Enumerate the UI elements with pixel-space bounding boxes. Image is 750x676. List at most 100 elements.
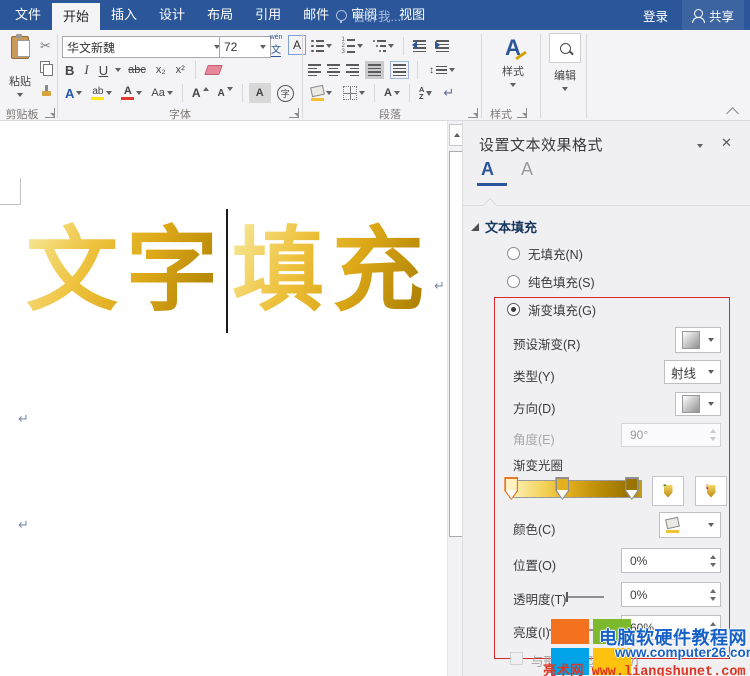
shading-button[interactable]	[308, 83, 335, 103]
document-text-line[interactable]: 文字 填充 ↵	[26, 209, 445, 333]
change-case-button[interactable]: Aa	[148, 83, 175, 103]
cut-button[interactable]: ✂	[40, 38, 51, 54]
paragraph-dialog-launcher[interactable]	[468, 108, 478, 118]
underline-button[interactable]: U	[96, 60, 111, 80]
italic-button[interactable]: I	[81, 60, 91, 80]
align-left-button[interactable]	[308, 64, 321, 76]
tell-me-box[interactable]: 告诉我...	[336, 0, 401, 30]
underline-arrow[interactable]	[115, 68, 121, 72]
clipboard-group-label: 剪贴板	[2, 106, 42, 122]
tab-home[interactable]: 开始	[52, 3, 100, 30]
align-center-button[interactable]	[327, 64, 340, 76]
section-text-fill[interactable]: 文本填充	[471, 217, 537, 236]
distribute-button[interactable]	[390, 61, 409, 79]
option-label: 无填充(N)	[528, 244, 583, 263]
format-painter-button[interactable]	[40, 84, 52, 102]
phonetic-top: wén	[266, 34, 286, 41]
editing-button[interactable]: 编辑	[546, 33, 584, 91]
option-solid-fill[interactable]: 纯色填充(S)	[507, 272, 595, 291]
character-shading-button[interactable]: A	[249, 83, 271, 103]
borders-button[interactable]	[340, 83, 368, 103]
pane-options-arrow[interactable]	[697, 144, 703, 148]
tab-text-fill-outline[interactable]: A	[481, 159, 494, 180]
transparency-slider[interactable]	[566, 596, 604, 598]
gradient-stop[interactable]	[625, 477, 639, 500]
type-dropdown[interactable]: 射线	[664, 360, 721, 384]
font-dialog-launcher[interactable]	[289, 108, 299, 118]
bullets-button[interactable]	[308, 36, 335, 56]
strikethrough-button[interactable]: abc	[125, 60, 149, 80]
character-border-glyph: A	[293, 38, 301, 52]
increase-indent-button[interactable]	[433, 36, 452, 56]
rotate-with-shape-checkbox	[510, 652, 523, 665]
phonetic-guide-button[interactable]: wén 文	[266, 34, 286, 57]
transparency-slider-handle[interactable]	[566, 592, 568, 602]
multilevel-list-button[interactable]	[370, 36, 398, 56]
superscript-button[interactable]: x²	[173, 60, 188, 80]
bold-button[interactable]: B	[62, 60, 77, 80]
gradient-stop[interactable]	[555, 477, 569, 500]
enclose-characters-button[interactable]: 字	[274, 83, 297, 103]
titlebar-right: 登录 共享	[643, 0, 744, 30]
pane-close-button[interactable]: ✕	[721, 136, 732, 149]
font-size-combo[interactable]: 72	[219, 36, 271, 58]
add-person-icon	[692, 9, 704, 21]
margin-corner-mark-h	[0, 204, 21, 205]
tab-insert[interactable]: 插入	[100, 0, 148, 30]
share-button[interactable]: 共享	[682, 0, 744, 30]
paragraph-group-label: 段落	[350, 106, 430, 122]
font-color-button[interactable]: A	[118, 83, 145, 103]
character-border-button[interactable]: A	[288, 35, 306, 55]
styles-dialog-launcher[interactable]	[517, 108, 527, 118]
gradient-text-left[interactable]: 文字	[26, 216, 226, 326]
tell-me-label: 告诉我...	[353, 6, 401, 25]
subscript-button[interactable]: x₂	[153, 60, 169, 80]
numbering-button[interactable]: 1 2 3	[339, 36, 366, 56]
clipboard-dialog-launcher[interactable]	[45, 108, 55, 118]
pane-title: 设置文本效果格式	[479, 134, 603, 155]
sign-in-button[interactable]: 登录	[643, 6, 668, 25]
clear-formatting-button[interactable]	[203, 60, 224, 80]
tab-design[interactable]: 设计	[148, 0, 196, 30]
collapse-ribbon-button[interactable]	[726, 107, 739, 120]
gradient-stop-bar[interactable]	[509, 480, 642, 498]
option-no-fill[interactable]: 无填充(N)	[507, 244, 583, 263]
decrease-indent-button[interactable]	[410, 36, 429, 56]
color-dropdown[interactable]	[659, 512, 721, 538]
line-spacing-button[interactable]: ↕	[426, 60, 458, 80]
align-right-button[interactable]	[346, 64, 359, 76]
styles-button[interactable]: A 样式	[490, 35, 536, 87]
sort-button[interactable]: AZ	[416, 83, 435, 103]
direction-dropdown[interactable]	[675, 392, 721, 416]
paragraph-mark: ↵	[18, 411, 29, 427]
tab-file[interactable]: 文件	[4, 0, 52, 30]
option-label: 纯色填充(S)	[528, 272, 595, 291]
text-effects-button[interactable]: A	[62, 83, 85, 103]
position-label: 位置(O)	[513, 555, 556, 574]
highlight-button[interactable]: ab	[88, 83, 115, 103]
copy-button[interactable]	[40, 61, 53, 80]
color-label: 颜色(C)	[513, 519, 555, 538]
document-scrollbar[interactable]	[447, 121, 463, 676]
add-gradient-stop-button[interactable]	[652, 476, 684, 506]
remove-stop-icon	[707, 485, 716, 498]
tab-layout[interactable]: 布局	[196, 0, 244, 30]
shrink-font-button[interactable]: A	[215, 83, 236, 103]
tab-text-effects[interactable]: A	[521, 159, 533, 180]
transparency-value: 0%	[630, 588, 647, 602]
grow-font-button[interactable]: A	[189, 83, 212, 103]
show-marks-button[interactable]: ↵	[440, 83, 457, 103]
document-canvas[interactable]: 文字 填充 ↵ ↵ ↵	[0, 121, 447, 676]
tab-mailings[interactable]: 邮件	[292, 0, 340, 30]
remove-gradient-stop-button[interactable]	[695, 476, 727, 506]
justify-button[interactable]	[365, 61, 384, 79]
asian-layout-button[interactable]: A	[381, 83, 403, 103]
tab-references[interactable]: 引用	[244, 0, 292, 30]
font-name-combo[interactable]: 华文新魏	[62, 36, 225, 58]
transparency-spinner[interactable]: 0%	[621, 582, 721, 607]
preset-gradient-dropdown[interactable]	[675, 327, 721, 353]
gradient-text-right[interactable]: 填充	[232, 216, 432, 326]
scrollbar-thumb[interactable]	[449, 151, 463, 537]
paste-button[interactable]: 粘贴	[4, 36, 36, 97]
position-spinner[interactable]: 0%	[621, 548, 721, 573]
